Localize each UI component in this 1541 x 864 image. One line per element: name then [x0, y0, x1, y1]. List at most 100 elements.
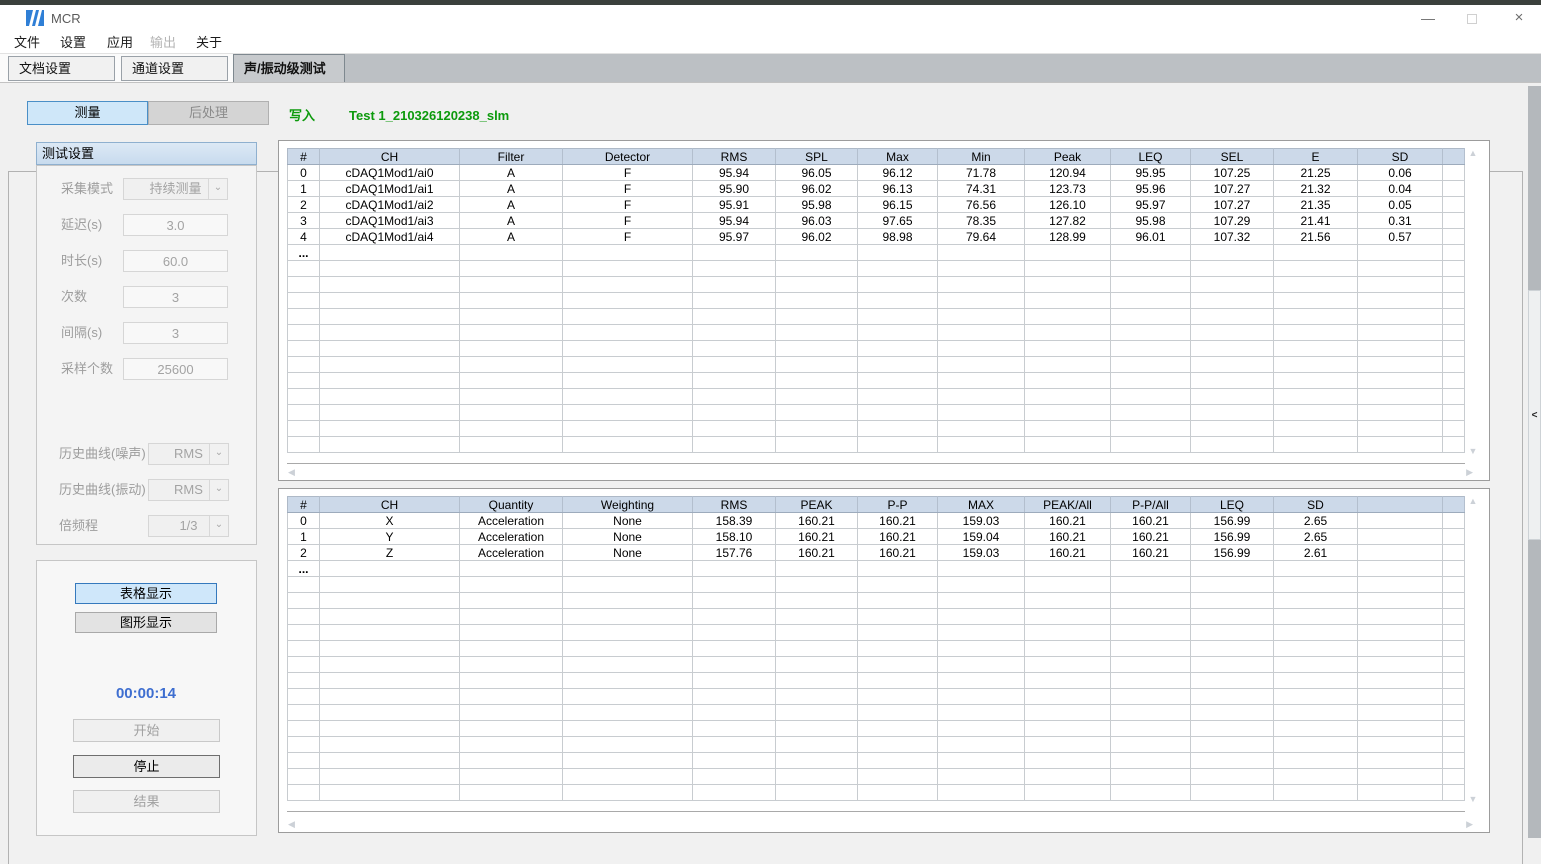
column-header[interactable]: Peak: [1025, 149, 1111, 165]
setting-dropdown[interactable]: 1/3⌄: [148, 515, 229, 537]
table-row[interactable]: 2cDAQ1Mod1/ai2AF95.9195.9896.1576.56126.…: [288, 197, 1465, 213]
setting-dropdown[interactable]: RMS⌄: [148, 443, 229, 465]
cell: [776, 769, 858, 785]
table-row[interactable]: 3cDAQ1Mod1/ai3AF95.9496.0397.6578.35127.…: [288, 213, 1465, 229]
menu-settings[interactable]: 设置: [56, 33, 90, 53]
menu-file[interactable]: 文件: [10, 33, 44, 53]
cell: [1111, 593, 1191, 609]
table-display-button[interactable]: 表格显示: [75, 583, 217, 604]
column-header[interactable]: P-P/All: [1111, 497, 1191, 513]
column-header[interactable]: [1443, 497, 1465, 513]
panel-collapse-button[interactable]: <: [1528, 290, 1541, 540]
cell: [563, 437, 693, 453]
column-header[interactable]: CH: [320, 497, 460, 513]
chevron-down-icon[interactable]: ⌄: [208, 179, 227, 199]
column-header[interactable]: #: [288, 497, 320, 513]
scroll-down-icon[interactable]: ▼: [1469, 446, 1478, 456]
menu-about[interactable]: 关于: [192, 33, 226, 53]
column-header[interactable]: Filter: [460, 149, 563, 165]
chevron-down-icon[interactable]: ⌄: [209, 516, 228, 536]
start-button[interactable]: 开始: [73, 719, 220, 742]
setting-dropdown[interactable]: RMS⌄: [148, 479, 229, 501]
scroll-up-icon[interactable]: ▲: [1469, 496, 1478, 506]
column-header[interactable]: Weighting: [563, 497, 693, 513]
result-button[interactable]: 结果: [73, 790, 220, 813]
scroll-left-icon[interactable]: ◀: [288, 467, 295, 477]
column-header[interactable]: CH: [320, 149, 460, 165]
setting-dropdown[interactable]: 持续测量⌄: [123, 178, 228, 200]
close-button[interactable]: ×: [1502, 5, 1536, 31]
tab-sound-vibration-test[interactable]: 声/振动级测试: [233, 54, 345, 82]
table-row[interactable]: 1cDAQ1Mod1/ai1AF95.9096.0296.1374.31123.…: [288, 181, 1465, 197]
scroll-right-icon[interactable]: ▶: [1466, 467, 1473, 477]
maximize-button[interactable]: [1455, 5, 1489, 31]
column-header[interactable]: Quantity: [460, 497, 563, 513]
cell: 95.90: [693, 181, 776, 197]
minimize-button[interactable]: —: [1411, 5, 1445, 31]
column-header[interactable]: P-P: [858, 497, 938, 513]
column-header[interactable]: SD: [1274, 497, 1358, 513]
cell: [938, 421, 1025, 437]
setting-input[interactable]: [123, 286, 228, 308]
table-row[interactable]: 0XAccelerationNone158.39160.21160.21159.…: [288, 513, 1465, 529]
measure-mode-button[interactable]: 测量: [27, 101, 148, 125]
cell: 158.10: [693, 529, 776, 545]
table-row[interactable]: 1YAccelerationNone158.10160.21160.21159.…: [288, 529, 1465, 545]
cell: [1025, 657, 1111, 673]
setting-input[interactable]: [123, 322, 228, 344]
cell: [460, 705, 563, 721]
setting-input[interactable]: [123, 250, 228, 272]
scroll-right-icon[interactable]: ▶: [1466, 819, 1473, 829]
menu-output[interactable]: 输出: [146, 33, 180, 53]
column-header[interactable]: SD: [1358, 149, 1443, 165]
vibration-table-vscrollbar[interactable]: ▲ ▼: [1465, 496, 1481, 804]
scroll-down-icon[interactable]: ▼: [1469, 794, 1478, 804]
column-header[interactable]: Max: [858, 149, 938, 165]
column-header[interactable]: PEAK/All: [1025, 497, 1111, 513]
column-header[interactable]: LEQ: [1111, 149, 1191, 165]
tab-channel-settings[interactable]: 通道设置: [121, 56, 228, 81]
table-row[interactable]: 2ZAccelerationNone157.76160.21160.21159.…: [288, 545, 1465, 561]
column-header[interactable]: #: [288, 149, 320, 165]
cell: [776, 561, 858, 577]
column-header[interactable]: [1358, 497, 1443, 513]
column-header[interactable]: Detector: [563, 149, 693, 165]
chevron-down-icon[interactable]: ⌄: [209, 480, 228, 500]
cell: [1274, 785, 1358, 801]
column-header[interactable]: [1443, 149, 1465, 165]
postprocess-mode-button[interactable]: 后处理: [148, 101, 269, 125]
setting-input[interactable]: [123, 214, 228, 236]
menu-apply[interactable]: 应用: [103, 33, 137, 53]
cell: 2: [288, 197, 320, 213]
cell: [1358, 737, 1443, 753]
setting-input[interactable]: [123, 358, 228, 380]
cell: [1358, 753, 1443, 769]
column-header[interactable]: RMS: [693, 497, 776, 513]
column-header[interactable]: LEQ: [1191, 497, 1274, 513]
cell: [460, 769, 563, 785]
noise-table-vscrollbar[interactable]: ▲ ▼: [1465, 148, 1481, 456]
chevron-down-icon[interactable]: ⌄: [209, 444, 228, 464]
graph-display-button[interactable]: 图形显示: [75, 612, 217, 633]
column-header[interactable]: Min: [938, 149, 1025, 165]
table-row[interactable]: 4cDAQ1Mod1/ai4AF95.9796.0298.9879.64128.…: [288, 229, 1465, 245]
scroll-up-icon[interactable]: ▲: [1469, 148, 1478, 158]
table-row[interactable]: 0cDAQ1Mod1/ai0AF95.9496.0596.1271.78120.…: [288, 165, 1465, 181]
column-header[interactable]: SEL: [1191, 149, 1274, 165]
noise-table-hscrollbar[interactable]: ◀ ▶: [287, 465, 1481, 478]
column-header[interactable]: PEAK: [776, 497, 858, 513]
cell: [1025, 277, 1111, 293]
column-header[interactable]: MAX: [938, 497, 1025, 513]
column-header[interactable]: E: [1274, 149, 1358, 165]
app-logo-icon: [26, 10, 44, 26]
cell: [563, 421, 693, 437]
tab-document-settings[interactable]: 文档设置: [8, 56, 115, 81]
column-header[interactable]: RMS: [693, 149, 776, 165]
vibration-table-hscrollbar[interactable]: ◀ ▶: [287, 817, 1481, 830]
stop-button[interactable]: 停止: [73, 755, 220, 778]
scroll-left-icon[interactable]: ◀: [288, 819, 295, 829]
tab-strip: 文档设置 通道设置 声/振动级测试: [0, 54, 1541, 82]
cell: [563, 769, 693, 785]
column-header[interactable]: SPL: [776, 149, 858, 165]
cell: [288, 673, 320, 689]
